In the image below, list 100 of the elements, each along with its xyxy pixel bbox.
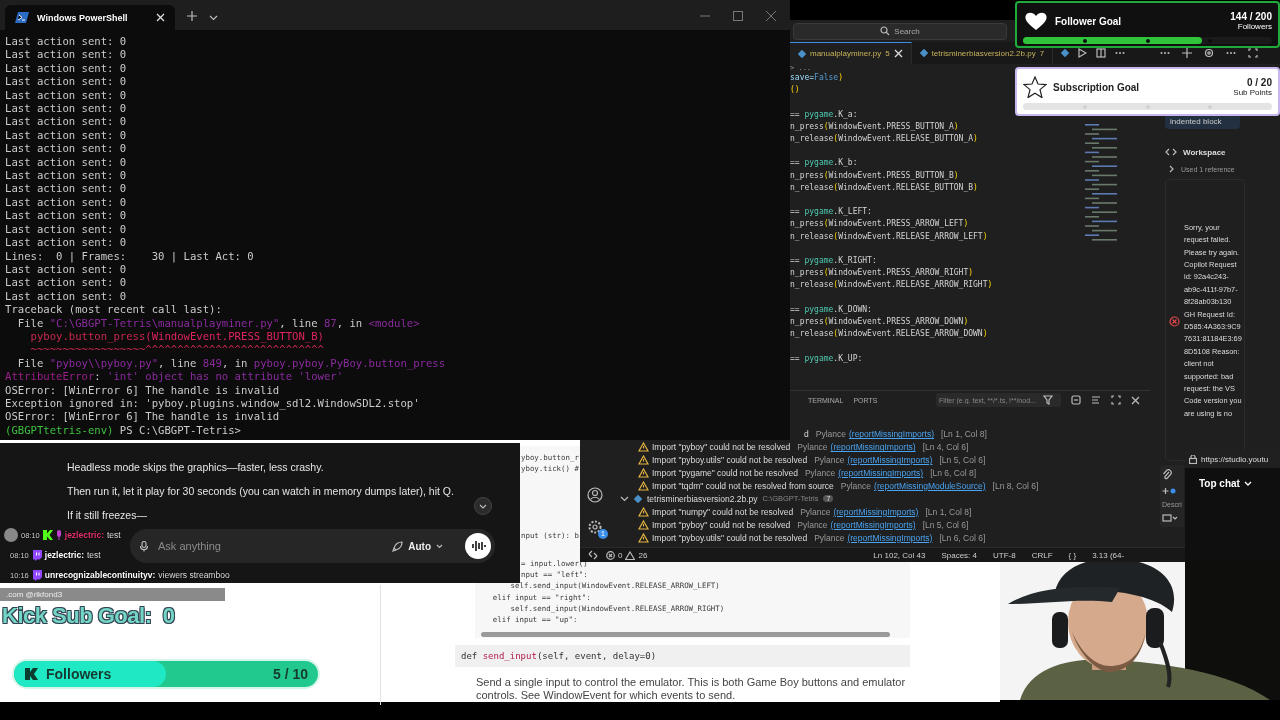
chevron-icon[interactable] — [620, 494, 629, 504]
problem-location: [Ln 1, Col 8] — [941, 429, 987, 440]
problem-location: [Ln 1, Col 8] — [925, 506, 972, 517]
problem-item[interactable]: Import "numpy" could not be resolved Pylance (reportMissingImports) [Ln 1, Col 8] — [610, 505, 972, 519]
terminal-line: AttributeError: 'int' object has no attribute 'lower' — [5, 370, 344, 384]
warning-icon — [625, 550, 636, 560]
status-item[interactable]: UTF-8 — [993, 550, 1016, 560]
plus-icon[interactable] — [1182, 48, 1193, 58]
monitor-icon[interactable] — [1162, 514, 1178, 523]
code-line: == pygame.K_RIGHT: — [790, 255, 877, 267]
plus-icon[interactable] — [1162, 487, 1176, 495]
terminal-line: File "pyboy\\pyboy.py", line 849, in pyboy.pyboy.PyBoy.button_press — [16, 356, 446, 371]
new-tab-icon[interactable] — [187, 11, 197, 21]
collapse-icon[interactable] — [1071, 395, 1081, 405]
address-bar[interactable]: https://studio.youtu — [1185, 450, 1280, 468]
function-signature: def send_input(self, event, delay=0) — [455, 645, 910, 667]
problem-item[interactable]: Import "pyboy.utils" could not be resolved Pylance (reportMissingImports) [Ln 5, Col 6] — [610, 453, 986, 467]
terminal-line: Last action sent: 0 — [5, 276, 127, 290]
status-item[interactable]: 3.13 (64- — [1092, 550, 1125, 560]
terminal-line: Last action sent: 0 — [5, 169, 127, 183]
star-icon — [1023, 76, 1047, 98]
followers-label: Followers — [46, 666, 112, 682]
rule-link[interactable]: (reportMissingModuleSource) — [874, 481, 986, 491]
filter-icon[interactable] — [1043, 395, 1053, 405]
maximize-icon[interactable] — [733, 11, 743, 21]
window-tab[interactable]: Windows PowerShell — [5, 5, 175, 30]
problem-source: Pylance — [814, 532, 845, 543]
goal-count: 0 / 20 — [1246, 77, 1272, 88]
rule-link[interactable]: (reportMissingImports) — [847, 455, 933, 466]
warning-icon — [638, 481, 649, 491]
problem-location: [Ln 4, Col 6] — [922, 442, 969, 453]
terminal-line: Last action sent: 0 — [5, 61, 127, 76]
code-line: n_press(WindowEvent.PRESS_ARROW_DOWN) — [790, 316, 969, 328]
message-field[interactable]: Ask anything Auto — [130, 529, 495, 563]
problem-source: Pylance — [814, 455, 845, 466]
problem-location: [Ln 5, Col 6] — [922, 519, 969, 530]
status-item[interactable]: CRLF — [1031, 550, 1053, 560]
split-editor-icon[interactable] — [1096, 48, 1107, 58]
problem-source: Pylance — [800, 506, 831, 517]
voice-icon[interactable] — [465, 533, 491, 559]
terminal-line: (GBGPTtetris-env) PS C:\GBGPT-Tetris> — [5, 423, 241, 438]
more-icon[interactable] — [1160, 51, 1171, 55]
close-icon[interactable] — [1131, 395, 1140, 405]
paperclip-icon[interactable] — [1162, 469, 1172, 481]
code-line: == pygame.K_DOWN: — [790, 303, 872, 316]
settings-icon[interactable] — [587, 519, 603, 535]
scrollbar[interactable] — [481, 632, 890, 637]
mic-icon[interactable] — [140, 540, 148, 552]
rule-link[interactable]: (reportMissingImports) — [838, 468, 924, 479]
rule-link[interactable]: (reportMissingImports) — [849, 429, 934, 440]
terminal-line: ~~~~~~~~~~~~~~~~~~^^^^^^^^^^^^^^^^^^^^^^^^^^^^ — [29, 343, 324, 357]
scroll-down-icon[interactable] — [474, 497, 492, 515]
settings-icon[interactable] — [1204, 48, 1215, 58]
rule-link[interactable]: (reportMissingImports) — [830, 442, 916, 453]
problem-location: [Ln 8, Col 6] — [992, 481, 1039, 491]
goal-text: Kick Sub Goal: 0 — [2, 603, 175, 629]
kick-icon — [42, 530, 53, 540]
problem-item[interactable]: Import "pyboy" could not be resolved Pylance (reportMissingImports) [Ln 5, Col 6] — [610, 518, 969, 532]
warning-icon — [638, 519, 649, 530]
terminal-line: Last action sent: 0 — [5, 115, 127, 129]
more-icon[interactable] — [1115, 51, 1126, 55]
k-logo-icon — [24, 667, 38, 681]
maximize-icon[interactable] — [1111, 395, 1121, 405]
run-icon[interactable] — [1078, 48, 1088, 58]
python-file-icon — [798, 49, 806, 58]
problem-message: Import "pygame" could not be resolved — [652, 468, 798, 479]
lock-icon — [1189, 454, 1197, 464]
problem-source: Pylance — [840, 481, 872, 491]
rule-link[interactable]: (reportMissingImports) — [833, 506, 919, 517]
problem-source: Pylance — [804, 468, 836, 479]
terminal-line: pyboy.button_press(WindowEvent.PRESS_BUTTON_B) — [29, 329, 324, 344]
code-line: == pygame.K_LEFT: — [790, 206, 872, 219]
problem-source: Pylance — [815, 429, 846, 440]
code-line: () — [790, 84, 800, 97]
problem-item[interactable]: Import "pyboy.utils" could not be resolved Pylance (reportMissingImports) [Ln 6, Col 6] — [610, 531, 986, 544]
terminal-line: Last action sent: 0 — [5, 155, 127, 170]
rule-link[interactable]: (reportMissingImports) — [847, 532, 933, 543]
chat-filter-dropdown[interactable]: Top chat — [1199, 478, 1252, 489]
mode-dropdown[interactable]: Auto — [392, 540, 443, 552]
problem-message: Import "tqdm" could not be resolved from source — [652, 481, 834, 491]
problems-indicator[interactable]: 0 26 — [606, 550, 648, 560]
search-field[interactable]: Search — [793, 22, 1007, 40]
problem-item[interactable]: Import "tqdm" could not be resolved from source Pylance (reportMissingModuleSource) [Ln 8, Col 6] — [610, 479, 1039, 493]
caret-icon — [436, 543, 443, 549]
status-item[interactable]: Ln 102, Col 43 — [873, 550, 926, 560]
more-icon[interactable] — [1226, 51, 1237, 55]
file-tab[interactable]: manualplayminer.py 5 — [790, 41, 912, 65]
maximize-icon[interactable] — [1248, 48, 1259, 58]
status-item[interactable]: { } — [1068, 550, 1077, 560]
caret-icon[interactable] — [209, 15, 218, 21]
status-item[interactable]: Spaces: 4 — [941, 550, 977, 560]
account-icon[interactable] — [587, 487, 603, 503]
terminal-line: Last action sent: 0 — [5, 262, 127, 277]
problem-item[interactable]: d Pylance (reportMissingImports) [Ln 1, Col 8] — [804, 428, 987, 441]
rule-link[interactable]: (reportMissingImports) — [830, 519, 916, 530]
warning-icon — [638, 442, 649, 453]
terminal-line: Last action sent: 0 — [5, 75, 127, 89]
problem-item[interactable]: Import "pyboy" could not be resolved Pylance (reportMissingImports) [Ln 4, Col 6] — [610, 440, 969, 454]
list-icon[interactable] — [1091, 395, 1101, 405]
problem-item[interactable]: Import "pygame" could not be resolved Pylance (reportMissingImports) [Ln 6, Col 8] — [610, 466, 976, 480]
